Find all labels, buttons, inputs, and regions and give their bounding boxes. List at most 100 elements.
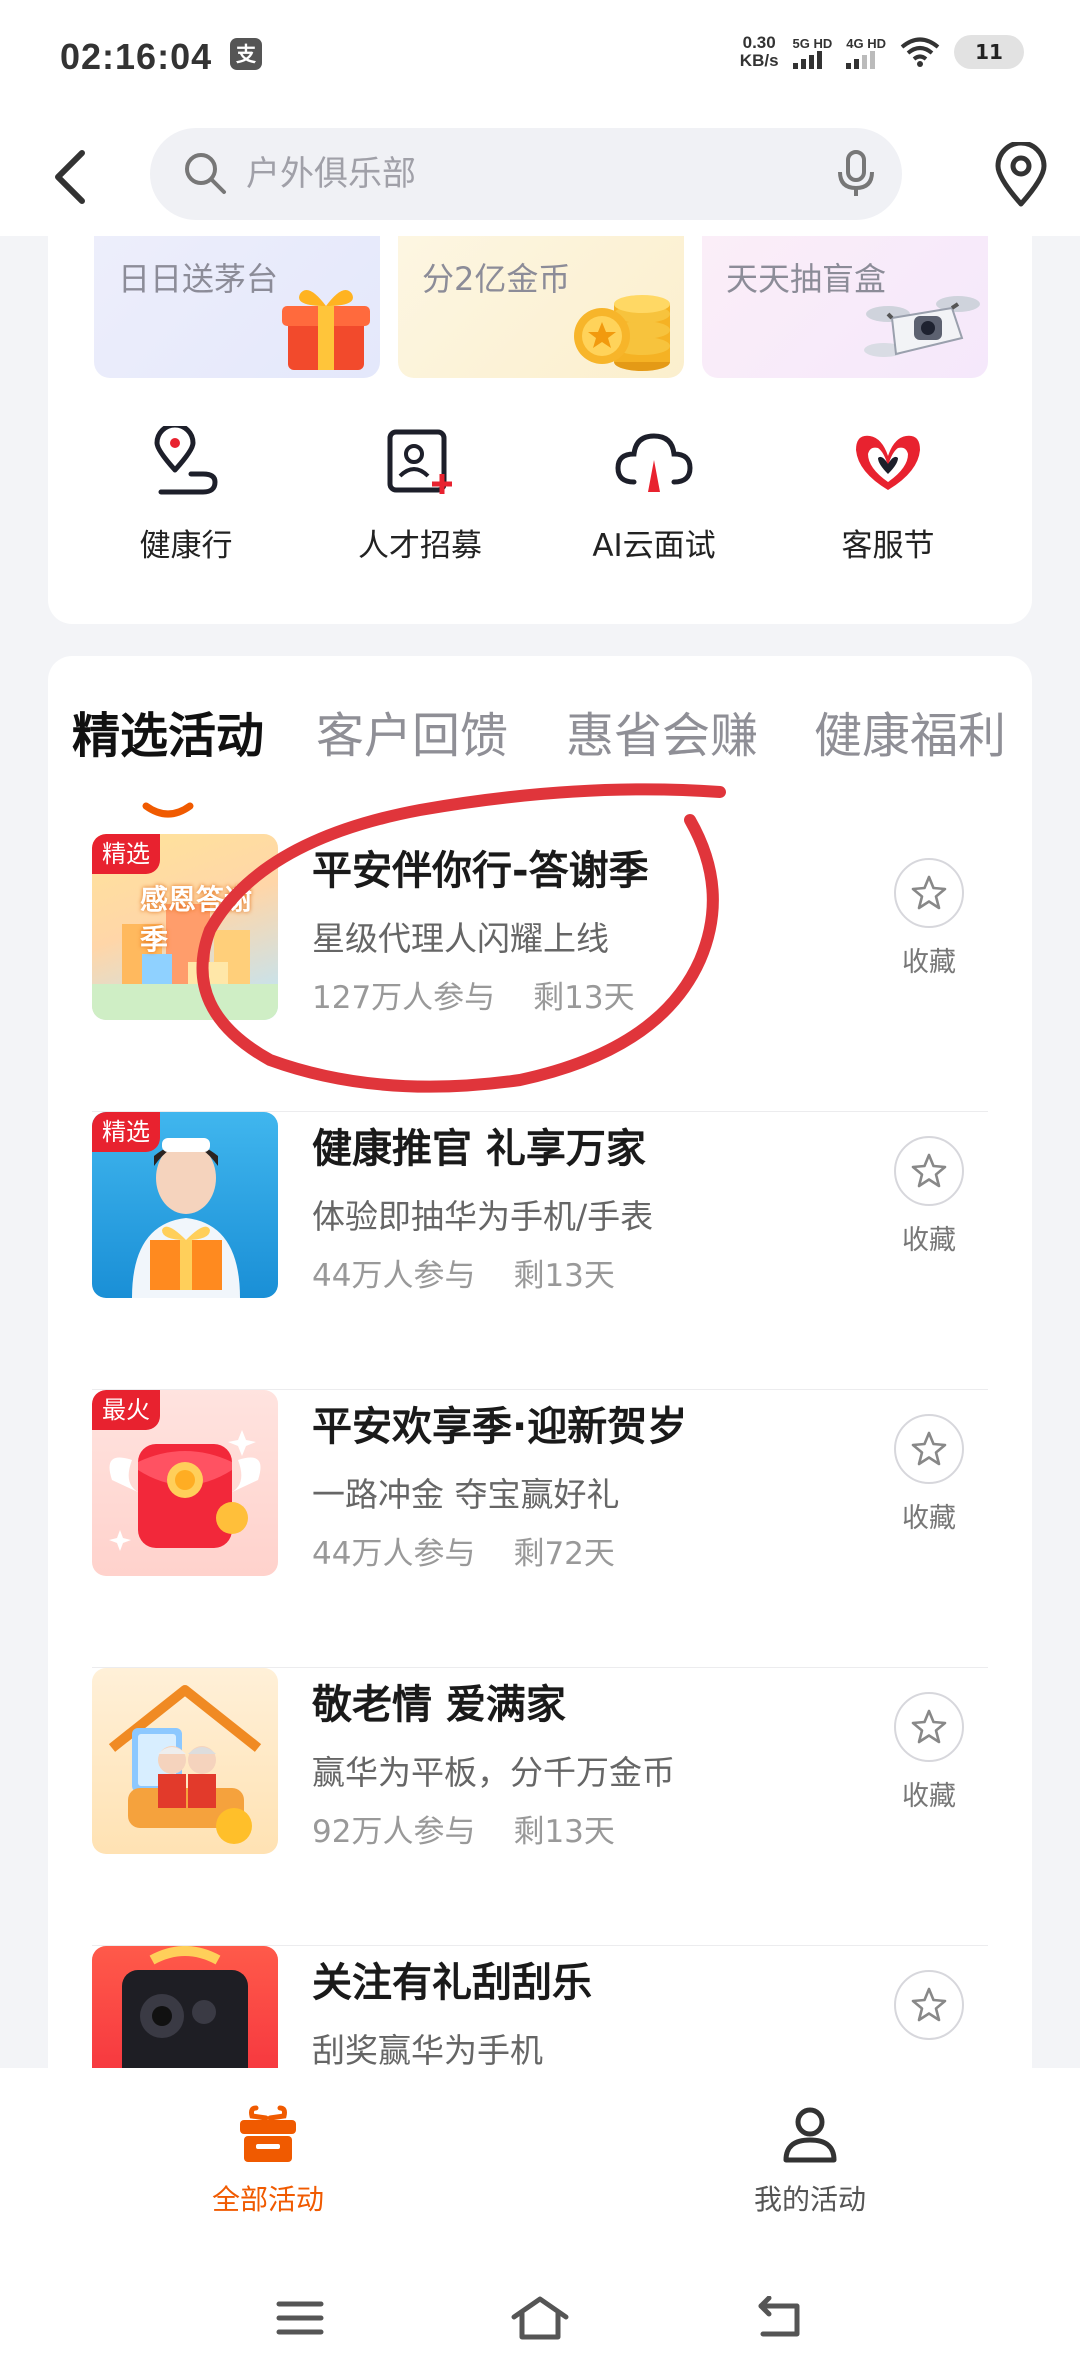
badge-featured: 精选 [92,834,160,874]
gift-box-icon [282,290,370,370]
activity-item[interactable]: 精选 健康推官 礼享万家 体验即抽华为手机/手表 44万人参与 剩13天 收藏 [92,1112,988,1390]
badge-featured: 精选 [92,1112,160,1152]
phone-gift-illustration [122,1946,248,2068]
activity-title: 敬老情 爱满家 [312,1682,566,1728]
drone-icon [864,296,980,357]
star-icon [911,1431,947,1466]
nav-my-activities[interactable]: 我的活动 [690,2104,930,2218]
participant-count: 92万人参与 [312,1814,476,1850]
activities-card: 精选活动 客户回馈 惠省会赚 健康福利 感恩答谢季 精选 平安伴你行-答谢季 星… [48,656,1032,2068]
activity-tabs: 精选活动 客户回馈 惠省会赚 健康福利 [48,696,1032,818]
microphone-icon[interactable] [836,148,876,200]
quick-health-walk[interactable]: 健康行 [86,426,286,565]
tab-active-indicator [142,802,194,818]
system-nav-bar [0,2248,1080,2376]
status-indicators: 0.30 KB/s 5G HD 4G HD 11 [740,34,1024,70]
quick-ai-interview[interactable]: AI云面试 [554,426,754,565]
quick-service-festival[interactable]: 客服节 [788,426,988,565]
favorite-button[interactable]: 收藏 [884,1692,974,1813]
activity-desc: 体验即抽华为手机/手表 [312,1197,654,1236]
participant-count: 44万人参与 [312,1258,476,1294]
favorite-button[interactable]: 收藏 [884,1136,974,1257]
gold-coins-icon [574,295,670,371]
tab-save-and-earn[interactable]: 惠省会赚 [566,696,758,766]
activity-item[interactable]: 关注有礼刮刮乐 刮奖赢华为手机 [92,1946,988,2068]
favorite-button[interactable]: 收藏 [884,858,974,979]
promo-moutai[interactable]: 日日送茅台 [94,236,380,378]
person-icon [783,2107,837,2163]
days-remaining: 剩13天 [513,1814,615,1850]
promo-card: 日日送茅台 分2亿金币 天天抽盲盒 健康行 人才招募 AI云面试 客服节 [48,236,1032,624]
search-input[interactable] [246,128,766,220]
star-icon [911,1987,947,2022]
alipay-app-icon: 支 [230,38,262,70]
signal-5g: 5G HD [792,36,832,69]
nav-all-activities[interactable]: 全部活动 [148,2104,388,2218]
activity-desc: 刮奖赢华为手机 [312,2031,543,2068]
signal-bars-icon [792,50,822,69]
activity-desc: 赢华为平板，分千万金币 [312,1753,675,1792]
participant-count: 127万人参与 [312,980,496,1016]
cloud-icon [615,433,693,492]
location-pin-icon [995,140,1047,207]
activity-thumbnail: 感恩答谢季 精选 [92,834,278,1020]
back-arrow-icon [55,150,85,204]
tab-health-benefits[interactable]: 健康福利 [814,696,1006,766]
menu-icon [276,2301,324,2335]
activity-meta: 44万人参与 剩72天 [312,1528,615,1573]
location-route-icon [154,426,218,495]
home-icon [511,2296,569,2340]
activity-title: 关注有礼刮刮乐 [312,1960,592,2006]
search-bar[interactable] [150,128,902,220]
activity-thumbnail: 最火 [92,1390,278,1576]
promo-gold-coins[interactable]: 分2亿金币 [398,236,684,378]
signal-4g: 4G HD [846,36,886,69]
activity-item[interactable]: 最火 平安欢享季·迎新贺岁 一路冲金 夺宝赢好礼 44万人参与 剩72天 收藏 [92,1390,988,1668]
activity-thumbnail [92,1668,278,1854]
tab-featured[interactable]: 精选活动 [72,696,264,766]
hands-heart-icon [856,435,920,490]
days-remaining: 剩13天 [513,1258,615,1294]
activity-title: 平安欢享季·迎新贺岁 [312,1404,688,1450]
activity-desc: 星级代理人闪耀上线 [312,919,609,958]
star-icon [911,1709,947,1744]
menu-button[interactable] [260,2288,340,2348]
activity-thumbnail: 精选 [92,1112,278,1298]
back-button[interactable] [40,142,100,212]
network-speed: 0.30 KB/s [739,33,779,70]
recruit-person-icon [387,429,452,494]
activity-desc: 一路冲金 夺宝赢好礼 [312,1475,620,1514]
badge-hot: 最火 [92,1390,160,1430]
status-bar: 02:16:04 支 0.30 KB/s 5G HD 4G HD 11 [0,0,1080,118]
favorite-button[interactable] [884,1970,974,2040]
star-icon [911,875,947,910]
activity-meta: 92万人参与 剩13天 [312,1806,615,1851]
activity-thumbnail [92,1946,278,2068]
home-button[interactable] [500,2288,580,2348]
wifi-icon [900,37,940,67]
header [0,118,1080,236]
star-icon [911,1153,947,1188]
elderly-couple-illustration [108,1685,262,1844]
activity-meta: 127万人参与 剩13天 [312,972,635,1017]
status-time: 02:16:04 [60,36,213,77]
favorite-button[interactable]: 收藏 [884,1414,974,1535]
gift-icon [240,2105,296,2162]
days-remaining: 剩13天 [533,980,635,1016]
participant-count: 44万人参与 [312,1536,476,1572]
activity-title: 健康推官 礼享万家 [312,1126,646,1172]
activity-item[interactable]: 感恩答谢季 精选 平安伴你行-答谢季 星级代理人闪耀上线 127万人参与 剩13天… [92,834,988,1112]
location-button[interactable] [994,140,1048,212]
return-icon [758,2296,800,2337]
search-icon [185,153,226,194]
days-remaining: 剩72天 [513,1536,615,1572]
promo-blind-box[interactable]: 天天抽盲盒 [702,236,988,378]
activity-item[interactable]: 敬老情 爱满家 赢华为平板，分千万金币 92万人参与 剩13天 收藏 [92,1668,988,1946]
tab-customer-rewards[interactable]: 客户回馈 [316,696,508,766]
battery-indicator: 11 [954,35,1024,69]
quick-talent-recruit[interactable]: 人才招募 [320,426,520,565]
bottom-nav: 全部活动 我的活动 [0,2068,1080,2248]
signal-bars-icon [846,50,876,69]
back-nav-button[interactable] [740,2288,820,2348]
activity-meta: 44万人参与 剩13天 [312,1250,615,1295]
